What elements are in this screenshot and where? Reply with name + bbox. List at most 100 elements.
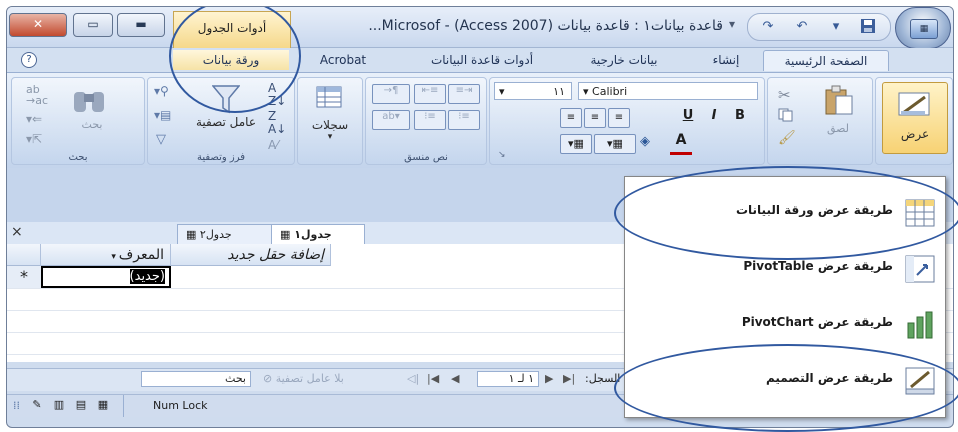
align-left-icon[interactable]: ≡ bbox=[608, 108, 630, 128]
filter-status[interactable]: بلا عامل تصفية ⊘ bbox=[263, 372, 344, 385]
column-header-add-field[interactable]: إضافة حقل جديد bbox=[171, 244, 331, 266]
paste-button[interactable]: لصق bbox=[812, 82, 864, 142]
tab-acrobat[interactable]: Acrobat bbox=[297, 50, 389, 70]
records-grid-icon bbox=[316, 86, 342, 108]
view-button[interactable]: عرض bbox=[882, 82, 948, 154]
format-painter-icon[interactable]: 🖌 bbox=[778, 130, 796, 146]
previous-record-icon[interactable]: ◀ bbox=[451, 372, 459, 385]
sort-descending-icon[interactable]: Z A↓ bbox=[268, 110, 286, 136]
menu-item-pivotchart-view-label: طريقة عرض PivotChart bbox=[741, 315, 893, 329]
save-icon[interactable] bbox=[858, 18, 878, 36]
record-label: السجل: bbox=[585, 372, 621, 385]
font-color-icon[interactable]: A bbox=[670, 132, 692, 155]
menu-item-pivotchart-view[interactable]: طريقة عرض PivotChart bbox=[625, 297, 943, 353]
new-row-selector[interactable]: * bbox=[7, 266, 42, 288]
doc-tab-table2[interactable]: ▦ جدول٢ bbox=[177, 224, 283, 245]
sort-ascending-icon[interactable]: A Z↓ bbox=[268, 82, 286, 108]
doc-tab-table2-label: جدول٢ bbox=[199, 228, 232, 241]
view-button-label: عرض bbox=[900, 127, 930, 141]
select-icon[interactable]: ▾⇱ bbox=[26, 132, 42, 146]
rich-text-group-label: نص منسق bbox=[404, 152, 448, 163]
tab-datasheet[interactable]: ورقة بيانات bbox=[173, 50, 289, 70]
align-right-icon[interactable]: ≡ bbox=[560, 108, 582, 128]
quick-access-toolbar: ↷ ↶ ▾ bbox=[747, 13, 891, 41]
menu-item-datasheet-view[interactable]: طريقة عرض ورقة البيانات bbox=[625, 185, 943, 241]
menu-item-design-view-label: طريقة عرض التصميم bbox=[765, 371, 893, 385]
replace-icon[interactable]: ab →ac bbox=[26, 84, 48, 106]
last-record-button-icon[interactable]: ▶| bbox=[563, 372, 575, 385]
current-record-field[interactable]: ١ لـ ١ bbox=[477, 371, 539, 387]
minimize-window-button[interactable]: ▬ bbox=[117, 13, 165, 37]
select-all-cell[interactable] bbox=[7, 244, 41, 266]
filter-button[interactable]: عامل تصفية bbox=[194, 80, 258, 146]
fill-color-icon[interactable]: ◈ bbox=[640, 134, 664, 152]
font-name-combo[interactable]: ▾ Calibri bbox=[578, 82, 758, 100]
undo-icon[interactable]: ↶ bbox=[792, 18, 812, 36]
toggle-filter-icon[interactable]: ▽ bbox=[156, 132, 166, 147]
records-label: سجلات bbox=[311, 118, 349, 132]
column-header-id[interactable]: المعرف ▾ bbox=[41, 244, 171, 266]
search-box[interactable]: بحث bbox=[141, 371, 251, 387]
cut-icon[interactable]: ✂ bbox=[778, 86, 791, 104]
column-header-id-label: المعرف bbox=[118, 247, 164, 263]
doc-tab-table1[interactable]: ▦ جدول١ bbox=[271, 224, 365, 245]
font-dialog-launcher-icon[interactable]: ↘ bbox=[498, 150, 506, 160]
new-record-cell[interactable]: (جديد) bbox=[41, 266, 171, 288]
rich-text-group: →¶ ⇤≡ ≡⇥ ab▾ ⁝≡ ⁝≡ نص منسق bbox=[365, 77, 487, 165]
ltr-icon: →¶ bbox=[372, 84, 410, 104]
resize-grip-icon: ⁞⁞ bbox=[13, 399, 20, 412]
sort-filter-group: A Z↓ Z A↓ A⁄ عامل تصفية ▾⚲ ▾▤ ▽ فرز وتصفية bbox=[147, 77, 295, 165]
gridlines-dropdown[interactable]: ▾▦ bbox=[560, 134, 592, 154]
last-record-icon[interactable]: ◁| bbox=[407, 372, 419, 385]
underline-button[interactable]: U bbox=[678, 108, 698, 126]
advanced-filter-icon[interactable]: ▾▤ bbox=[154, 108, 171, 122]
help-icon[interactable]: ? bbox=[21, 52, 37, 68]
undo-dropdown-icon[interactable]: ▾ bbox=[826, 18, 846, 36]
decrease-indent-icon: ≡⇥ bbox=[448, 84, 480, 104]
font-size-combo[interactable]: ▾ ١١ bbox=[494, 82, 572, 100]
qat-customize-dropdown[interactable]: ▾ bbox=[729, 17, 735, 31]
tab-external-data[interactable]: بيانات خارجية bbox=[563, 50, 685, 70]
status-pivottable-icon[interactable]: ▤ bbox=[73, 398, 89, 412]
search-box-label: بحث bbox=[225, 372, 246, 385]
views-dropdown-menu: طريقة عرض ورقة البيانات طريقة عرض PivotT… bbox=[624, 176, 946, 418]
font-size-value: ١١ bbox=[553, 85, 565, 98]
clear-sort-icon[interactable]: A⁄ bbox=[268, 138, 278, 152]
records-group: سجلات ▾ bbox=[297, 77, 363, 165]
selection-filter-icon[interactable]: ▾⚲ bbox=[154, 84, 169, 98]
next-record-icon[interactable]: ▶ bbox=[545, 372, 553, 385]
tab-home[interactable]: الصفحة الرئيسية bbox=[763, 50, 889, 71]
bold-button[interactable]: B bbox=[730, 108, 750, 126]
paste-label: لصق bbox=[826, 122, 850, 135]
close-window-button[interactable]: ✕ bbox=[9, 13, 67, 37]
menu-item-design-view[interactable]: طريقة عرض التصميم bbox=[625, 353, 943, 409]
italic-button[interactable]: I bbox=[704, 108, 724, 126]
redo-icon[interactable]: ↷ bbox=[758, 18, 778, 36]
records-button[interactable]: سجلات ▾ bbox=[304, 80, 356, 144]
highlight-icon: ab▾ bbox=[372, 110, 410, 130]
records-dropdown-icon: ▾ bbox=[327, 132, 333, 142]
tab-create[interactable]: إنشاء bbox=[687, 50, 765, 70]
menu-item-datasheet-view-label: طريقة عرض ورقة البيانات bbox=[735, 203, 893, 217]
copy-icon[interactable] bbox=[778, 108, 793, 122]
status-design-view-icon[interactable]: ✎ bbox=[29, 398, 45, 412]
tab-database-tools[interactable]: أدوات قاعدة البيانات bbox=[401, 50, 563, 70]
close-document-icon[interactable]: × bbox=[11, 224, 23, 240]
design-view-icon bbox=[898, 92, 930, 116]
font-dropdown-icon: ▾ bbox=[583, 85, 593, 98]
num-lock-indicator: Num Lock bbox=[153, 399, 208, 412]
first-record-icon[interactable]: |◀ bbox=[427, 372, 439, 385]
goto-icon[interactable]: ▾⇐ bbox=[26, 112, 42, 126]
menu-item-pivottable-view[interactable]: طريقة عرض PivotTable bbox=[625, 241, 943, 297]
office-button[interactable]: ▦ bbox=[895, 7, 951, 49]
restore-window-button[interactable]: ▭ bbox=[73, 13, 113, 37]
status-pivotchart-icon[interactable]: ▥ bbox=[51, 398, 67, 412]
table-icon: ▦ bbox=[186, 228, 200, 241]
status-datasheet-view-icon[interactable]: ▦ bbox=[95, 398, 111, 412]
align-center-icon[interactable]: ≡ bbox=[584, 108, 606, 128]
fill-color-dropdown[interactable]: ▾▦ bbox=[594, 134, 636, 154]
ribbon-tabs: ? الصفحة الرئيسية إنشاء بيانات خارجية أد… bbox=[7, 48, 953, 72]
status-divider bbox=[123, 395, 124, 417]
increase-indent-icon: ⇤≡ bbox=[414, 84, 446, 104]
title-bar: ✕ ▭ ▬ أدوات الجدول قاعدة بيانات١ : قاعدة… bbox=[7, 7, 953, 49]
